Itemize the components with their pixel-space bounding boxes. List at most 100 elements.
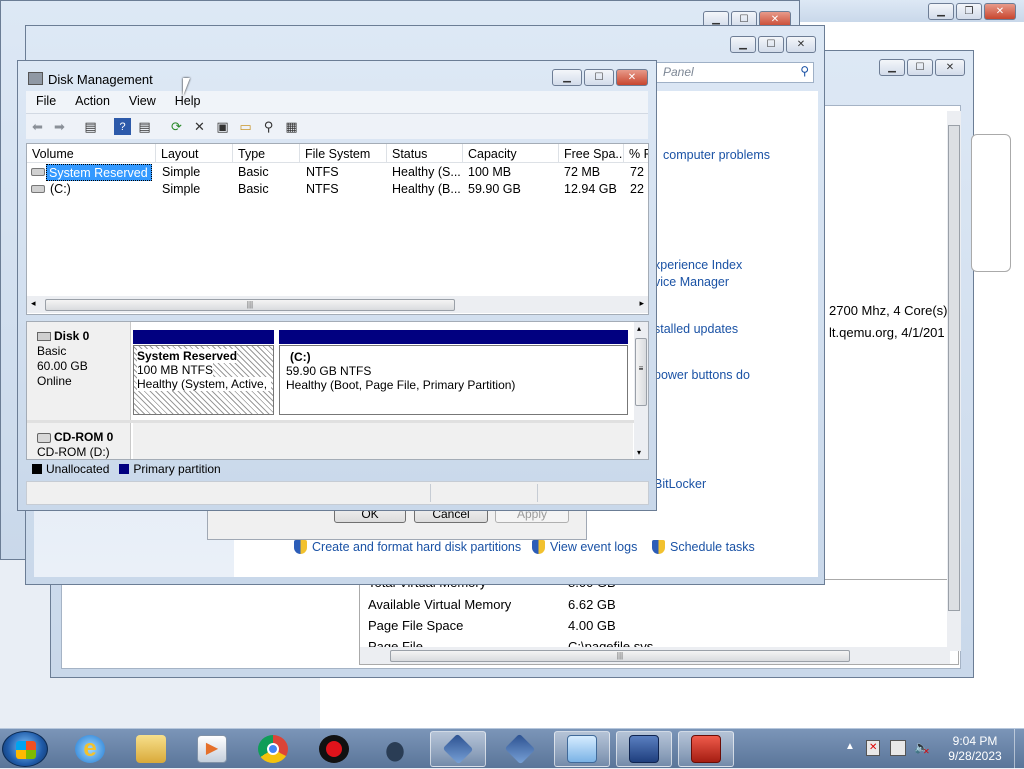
- search-icon: ⚲: [800, 64, 809, 78]
- table-row[interactable]: System Reserved Simple Basic NTFS Health…: [27, 164, 648, 181]
- refresh-icon[interactable]: ⟳: [168, 118, 185, 135]
- properties-icon[interactable]: ▣: [214, 118, 231, 135]
- action-center-icon[interactable]: ✕: [866, 740, 880, 756]
- table-row[interactable]: (C:) Simple Basic NTFS Healthy (B... 59.…: [27, 181, 648, 198]
- show-hide-tree-icon[interactable]: ▤: [82, 118, 99, 135]
- taskbar-chrome[interactable]: [245, 731, 301, 767]
- taskbar-virtualbox-2[interactable]: [492, 731, 548, 767]
- column-header[interactable]: Volume: [27, 144, 156, 163]
- vertical-scrollbar[interactable]: [947, 111, 961, 651]
- partition-bar: [133, 330, 274, 344]
- partition-fs: 100 MB NTFS: [137, 363, 214, 377]
- taskbar-toolbox[interactable]: [678, 731, 734, 767]
- capacity-cell: 100 MB: [468, 165, 512, 179]
- column-header[interactable]: Layout: [156, 144, 233, 163]
- internet-explorer-icon: e: [75, 735, 105, 763]
- back-icon[interactable]: ⬅: [29, 118, 46, 135]
- cp-link-troubleshoot[interactable]: computer problems: [663, 148, 770, 162]
- open-icon[interactable]: ▭: [237, 118, 254, 135]
- free-space-cell: 72 MB: [564, 165, 601, 179]
- column-header[interactable]: File System: [300, 144, 387, 163]
- show-hidden-icons[interactable]: ▲: [845, 741, 855, 752]
- delete-icon[interactable]: ✕: [191, 118, 208, 135]
- scroll-thumb[interactable]: ≡: [635, 338, 647, 406]
- cdrom0-info[interactable]: CD-ROM 0 CD-ROM (D:): [27, 423, 131, 459]
- vertical-scrollbar[interactable]: ▴ ≡ ▾: [634, 322, 648, 459]
- disk0-status: Online: [37, 374, 72, 388]
- minimize-button[interactable]: ▁: [928, 3, 954, 20]
- layout-cell: Simple: [162, 182, 201, 196]
- taskbar-media-player[interactable]: ▶: [184, 731, 240, 767]
- restore-button[interactable]: ❐: [956, 3, 982, 20]
- menu-view[interactable]: View: [119, 91, 165, 113]
- close-button[interactable]: ✕: [786, 36, 816, 53]
- minimize-button[interactable]: ▁: [552, 69, 582, 86]
- scroll-left-icon[interactable]: ◂: [31, 298, 36, 309]
- network-icon[interactable]: [890, 740, 906, 756]
- partition-c[interactable]: (C:) 59.90 GB NTFS Healthy (Boot, Page F…: [279, 345, 628, 415]
- horizontal-scrollbar[interactable]: ◂ ||| ▸: [27, 296, 648, 313]
- partition-status: Healthy (System, Active,: [137, 377, 271, 391]
- clock[interactable]: 9:04 PM 9/28/2023: [940, 734, 1010, 764]
- taskbar: e ▶ ▲ ✕ 🔈 ✕ 9:04 PM 9/28/2023: [0, 728, 1024, 769]
- menu-action[interactable]: Action: [65, 91, 119, 113]
- partition-system-reserved[interactable]: System Reserved 100 MB NTFS Healthy (Sys…: [133, 345, 274, 415]
- scroll-thumb[interactable]: |||: [45, 299, 455, 311]
- taskbar-recorder[interactable]: [306, 731, 362, 767]
- column-header[interactable]: Free Spa...: [559, 144, 624, 163]
- toolbox-icon: [691, 735, 721, 763]
- window-title: Disk Management: [48, 72, 153, 87]
- show-desktop-button[interactable]: [1014, 729, 1024, 769]
- cp-link-power-buttons[interactable]: power buttons do: [654, 368, 750, 382]
- taskbar-computer-management[interactable]: [616, 731, 672, 767]
- cp-link-schedule-tasks[interactable]: Schedule tasks: [670, 540, 755, 554]
- scroll-down-icon[interactable]: ▾: [637, 448, 641, 457]
- column-header[interactable]: Type: [233, 144, 300, 163]
- cp-link-event-logs[interactable]: View event logs: [550, 540, 637, 554]
- partition-bar: [279, 330, 628, 344]
- maximize-button[interactable]: ☐: [907, 59, 933, 76]
- menu-file[interactable]: File: [26, 91, 65, 113]
- disk0-info[interactable]: Disk 0 Basic 60.00 GB Online: [27, 322, 131, 420]
- help-icon[interactable]: ?: [114, 118, 131, 135]
- taskbar-file-explorer[interactable]: [123, 731, 179, 767]
- taskbar-control-panel[interactable]: [554, 731, 610, 767]
- close-button[interactable]: ✕: [935, 59, 965, 76]
- maximize-button[interactable]: ☐: [584, 69, 614, 86]
- shield-icon: [532, 540, 545, 554]
- volume-list: Volume Layout Type File System Status Ca…: [26, 143, 649, 315]
- column-header[interactable]: Capacity: [463, 144, 559, 163]
- search-box[interactable]: Panel ⚲: [656, 62, 814, 83]
- cp-link-experience-index[interactable]: xperience Index: [654, 258, 742, 272]
- taskbar-virtualbox-1[interactable]: [430, 731, 486, 767]
- horizontal-scrollbar[interactable]: |||: [360, 647, 950, 664]
- scroll-right-icon[interactable]: ▸: [639, 298, 644, 309]
- cp-link-format-partitions[interactable]: Create and format hard disk partitions: [312, 540, 521, 554]
- ufo-icon: [380, 735, 410, 763]
- volume-muted-icon[interactable]: 🔈 ✕: [914, 740, 930, 756]
- minimize-button[interactable]: ▁: [730, 36, 756, 53]
- cp-link-installed-updates[interactable]: stalled updates: [654, 322, 738, 336]
- close-button[interactable]: ✕: [616, 69, 648, 86]
- disk-properties-icon[interactable]: ▦: [283, 118, 300, 135]
- start-button[interactable]: [2, 731, 48, 767]
- properties-pane-icon[interactable]: ▤: [136, 118, 153, 135]
- taskbar-ufo-app[interactable]: [367, 731, 423, 767]
- taskbar-internet-explorer[interactable]: e: [62, 731, 118, 767]
- maximize-button[interactable]: ☐: [758, 36, 784, 53]
- close-button[interactable]: ✕: [984, 3, 1016, 20]
- forward-icon[interactable]: ➡: [51, 118, 68, 135]
- explore-icon[interactable]: ⚲: [260, 118, 277, 135]
- computer-management-icon: [629, 735, 659, 763]
- minimize-button[interactable]: ▁: [879, 59, 905, 76]
- column-header[interactable]: % F: [624, 144, 648, 163]
- windows-logo-icon: [16, 741, 36, 759]
- cp-link-device-manager[interactable]: vice Manager: [654, 275, 729, 289]
- scroll-thumb[interactable]: [948, 125, 960, 611]
- scroll-thumb[interactable]: |||: [390, 650, 850, 662]
- free-space-cell: 12.94 GB: [564, 182, 617, 196]
- scroll-up-icon[interactable]: ▴: [637, 324, 641, 333]
- column-header[interactable]: Status: [387, 144, 463, 163]
- menu-bar: File Action View Help: [26, 91, 648, 113]
- cp-link-bitlocker[interactable]: BitLocker: [654, 477, 706, 491]
